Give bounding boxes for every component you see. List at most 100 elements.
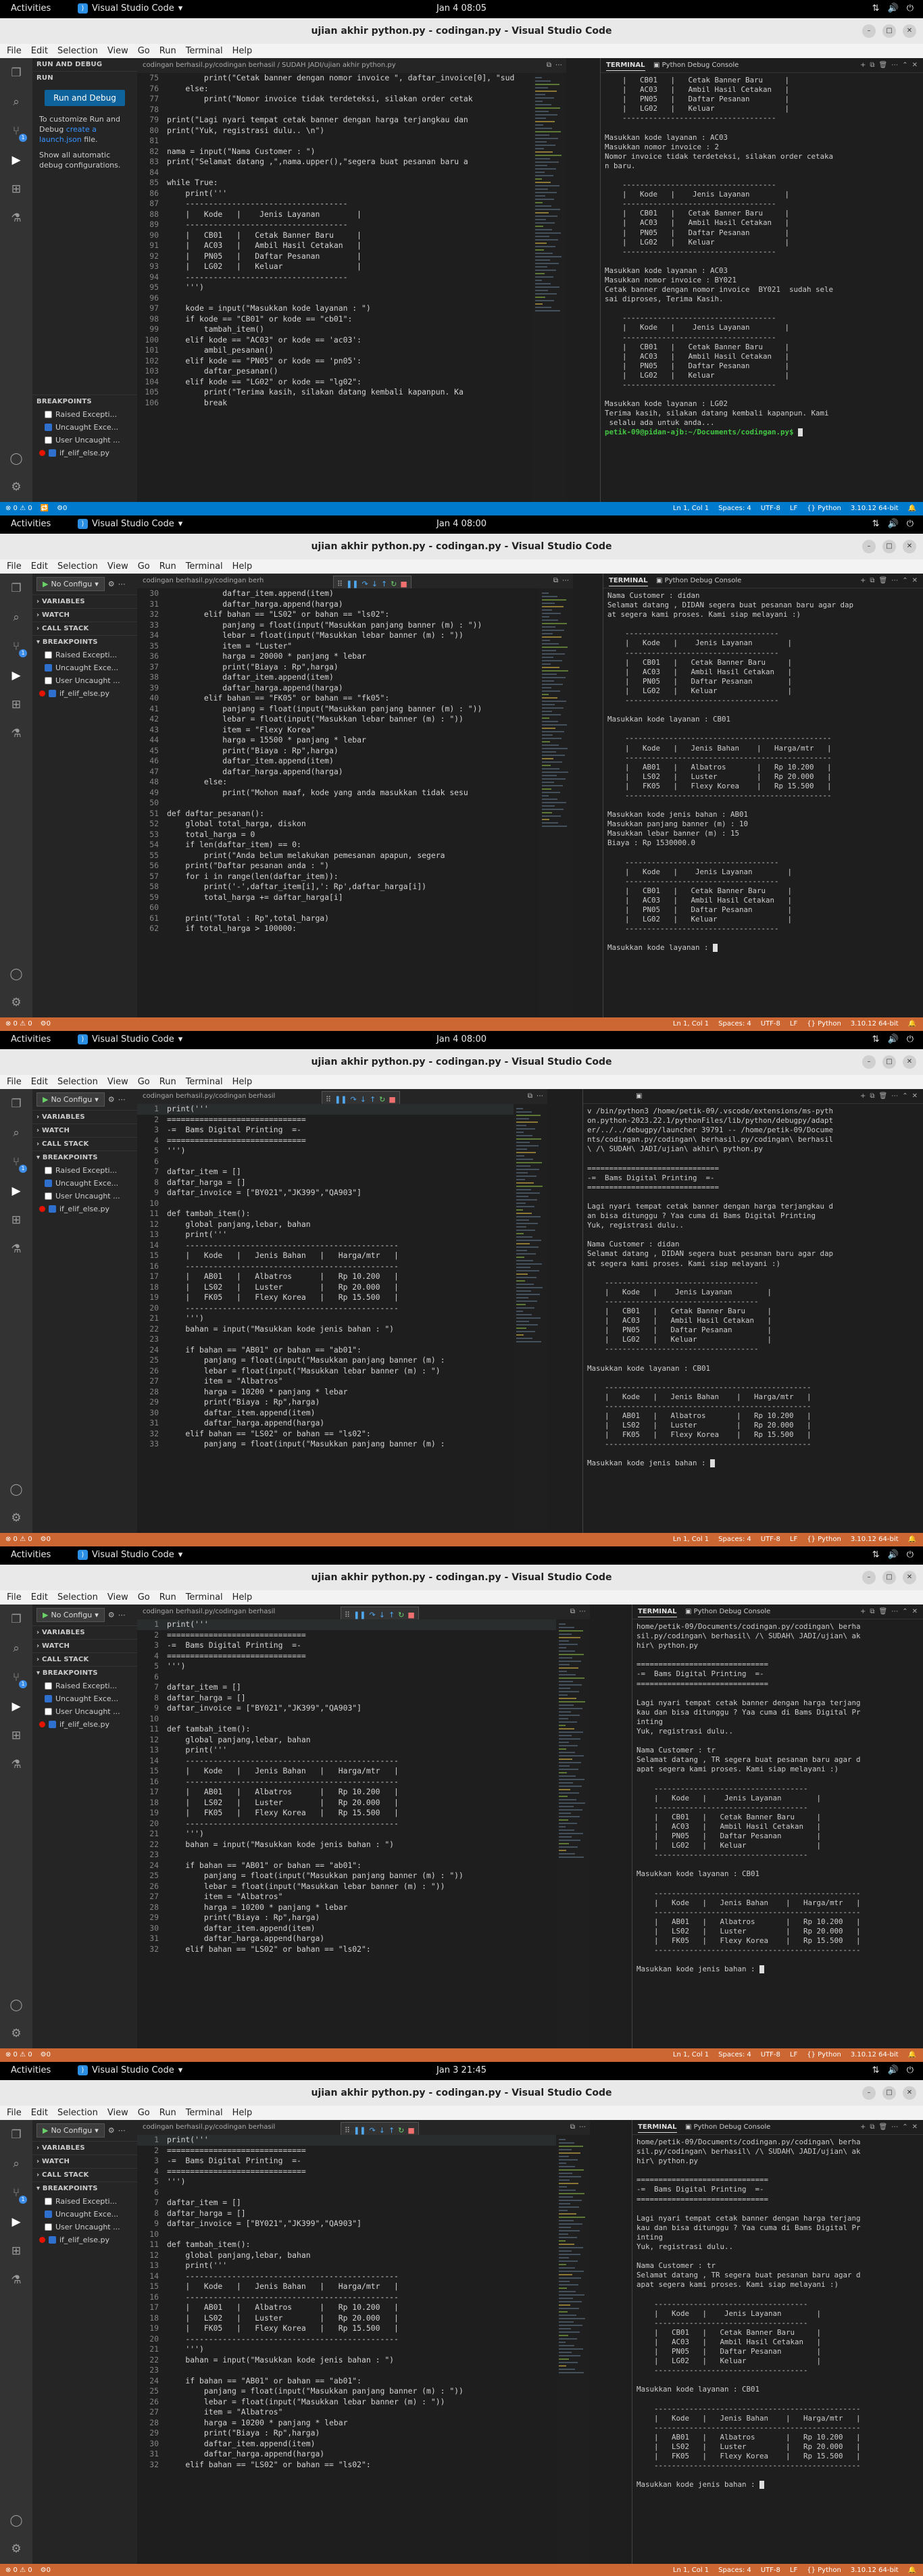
terminal-output[interactable]: Nama Customer : didan Selamat datang , DI…: [607, 591, 920, 953]
code-line[interactable]: 55 print("Anda belum melakukan pemesanan…: [137, 851, 573, 861]
activities-button[interactable]: Activities: [11, 1550, 51, 1560]
breadcrumb-path[interactable]: codingan berhasil.py/codingan berh: [143, 577, 264, 584]
code-line[interactable]: 16 -------------------------------------…: [137, 1261, 547, 1272]
code-line[interactable]: 91 | AC03 | Ambil Hasil Cetakan |: [137, 241, 566, 251]
code-line[interactable]: 11 def tambah_item():: [137, 1724, 590, 1735]
power-icon[interactable]: ⏻: [907, 2065, 914, 2075]
code-line[interactable]: 6: [137, 1157, 547, 1167]
new-terminal-icon[interactable]: +: [860, 2120, 866, 2135]
minimize-button[interactable]: –: [862, 24, 876, 38]
breakpoint-item[interactable]: if_elif_else.py: [32, 2233, 137, 2246]
status-item[interactable]: Ln 1, Col 1: [673, 2048, 709, 2062]
code-line[interactable]: 9 daftar_invoice = ["BY021","JK399","QA90…: [137, 2219, 590, 2229]
minimize-button[interactable]: –: [862, 1055, 876, 1069]
manage-gear-icon[interactable]: ⚙: [7, 1509, 26, 1527]
terminal-output[interactable]: v /bin/python3 /home/petik-09/.vscode/ex…: [587, 1107, 920, 1469]
status-item[interactable]: Ln 1, Col 1: [673, 1533, 709, 1546]
pause-icon[interactable]: ❚❚: [353, 2123, 366, 2135]
breakpoint-checkbox[interactable]: [45, 1192, 52, 1200]
status-item[interactable]: Ln 1, Col 1: [673, 502, 709, 515]
breakpoint-checkbox[interactable]: [45, 424, 52, 431]
search-icon[interactable]: ⌕: [7, 93, 26, 111]
split-editor-icon[interactable]: ⧉: [570, 2120, 575, 2135]
code-line[interactable]: 8 daftar_harga = []: [137, 2208, 590, 2219]
code-line[interactable]: 32 elif bahan == "LS02" or bahan == "ls0…: [137, 1429, 547, 1440]
code-line[interactable]: 30 daftar_item.append(item): [137, 1923, 590, 1934]
step-out-icon[interactable]: ↑: [370, 1092, 376, 1104]
code-line[interactable]: 30 daftar_item.append(item): [137, 2439, 590, 2450]
code-line[interactable]: 22 bahan = input("Masukkan kode jenis ba…: [137, 1840, 590, 1850]
code-line[interactable]: 16 -------------------------------------…: [137, 1777, 590, 1788]
code-line[interactable]: 103 daftar_pesanan(): [137, 366, 566, 377]
status-item[interactable]: 3.10.12 64-bit: [851, 1533, 899, 1546]
terminal-output[interactable]: home/petik-09/Documents/codingan.py/codi…: [637, 1622, 920, 1974]
step-into-icon[interactable]: ↓: [379, 1608, 385, 1619]
section-watch[interactable]: › WATCH: [32, 608, 137, 622]
code-line[interactable]: 18 | LS02 | Luster | Rp 20.000 |: [137, 1282, 547, 1293]
menu-view[interactable]: View: [107, 559, 128, 574]
code-line[interactable]: 15 | Kode | Jenis Bahan | Harga/mtr |: [137, 1251, 547, 1261]
run-debug-icon[interactable]: ▶: [7, 2213, 26, 2231]
explorer-icon[interactable]: ❐: [7, 1094, 26, 1113]
breakpoint-checkbox[interactable]: [45, 1682, 52, 1690]
status-item[interactable]: Ln 1, Col 1: [673, 2564, 709, 2576]
code-line[interactable]: 49 print("Mohon maaf, kode yang anda mas…: [137, 788, 573, 799]
accounts-icon[interactable]: ◯: [7, 449, 26, 468]
code-line[interactable]: 4 ==============================: [137, 1136, 547, 1146]
code-line[interactable]: 21 '''): [137, 1313, 547, 1324]
split-terminal-icon[interactable]: ⧉: [870, 1605, 874, 1619]
code-line[interactable]: 44 harga = 15500 * panjang * lebar: [137, 735, 573, 746]
split-editor-icon[interactable]: ⧉: [528, 1089, 532, 1104]
status-item[interactable]: 3.10.12 64-bit: [851, 2048, 899, 2062]
minimap[interactable]: [532, 73, 566, 502]
menu-file[interactable]: File: [7, 559, 22, 574]
manage-gear-icon[interactable]: ⚙: [7, 2024, 26, 2043]
terminal-tab[interactable]: TERMINAL: [638, 1608, 677, 1617]
code-line[interactable]: 7 daftar_item = []: [137, 2198, 590, 2208]
menu-file[interactable]: File: [7, 2106, 22, 2120]
code-line[interactable]: 47 daftar_harga.append(harga): [137, 767, 573, 778]
breakpoint-item[interactable]: Raised Excepti...: [32, 2195, 137, 2208]
breakpoint-item[interactable]: User Uncaught ...: [32, 2221, 137, 2233]
code-line[interactable]: 93 | LG02 | Keluar |: [137, 261, 566, 272]
terminal-tab[interactable]: TERMINAL: [638, 2123, 677, 2133]
menu-view[interactable]: View: [107, 44, 128, 58]
code-line[interactable]: 11 def tambah_item():: [137, 1209, 547, 1219]
code-line[interactable]: 12 global panjang,lebar, bahan: [137, 1735, 590, 1746]
code-line[interactable]: 7 daftar_item = []: [137, 1682, 590, 1693]
code-line[interactable]: 14 -------------------------------------…: [137, 2271, 590, 2282]
code-line[interactable]: 22 bahan = input("Masukkan kode jenis ba…: [137, 2355, 590, 2366]
code-line[interactable]: 25 panjang = float(input("Masukkan panja…: [137, 1871, 590, 1882]
restart-icon[interactable]: ↻: [379, 1092, 385, 1104]
section-call-stack[interactable]: › CALL STACK: [32, 622, 137, 635]
code-line[interactable]: 5 '''): [137, 1661, 590, 1672]
status-item[interactable]: ⊗ 0 ⚠ 0: [5, 2564, 32, 2576]
code-line[interactable]: 94 -----------------------------------: [137, 272, 566, 283]
clock[interactable]: Jan 4 08:00: [0, 1034, 923, 1044]
menu-terminal[interactable]: Terminal: [186, 1075, 223, 1089]
more-icon[interactable]: ⋯: [537, 1089, 543, 1104]
status-item[interactable]: ⚙0: [41, 2564, 51, 2576]
menu-edit[interactable]: Edit: [31, 1590, 48, 1605]
code-line[interactable]: 12 global panjang,lebar, bahan: [137, 1219, 547, 1230]
close-panel-icon[interactable]: ✕: [912, 1089, 918, 1104]
network-icon[interactable]: ⇅: [872, 519, 880, 529]
menu-edit[interactable]: Edit: [31, 2106, 48, 2120]
code-line[interactable]: 79 print("Lagi nyari tempat cetak banner …: [137, 115, 566, 126]
extensions-icon[interactable]: ⊞: [7, 695, 26, 714]
code-line[interactable]: 95 '''): [137, 282, 566, 293]
section-variables[interactable]: › VARIABLES: [32, 595, 137, 608]
code-line[interactable]: 20 -------------------------------------…: [137, 2334, 590, 2345]
status-item[interactable]: Spaces: 4: [718, 502, 751, 515]
menu-help[interactable]: Help: [232, 1075, 253, 1089]
source-control-icon[interactable]: ⑂ 1: [7, 122, 27, 142]
code-line[interactable]: 28 harga = 10200 * panjang * lebar: [137, 1902, 590, 1913]
breakpoint-item[interactable]: if_elif_else.py: [32, 1718, 137, 1731]
power-icon[interactable]: ⏻: [907, 1034, 914, 1044]
minimap[interactable]: [539, 588, 573, 1017]
code-line[interactable]: 3 -= Bams Digital Printing =-: [137, 1640, 590, 1651]
more-icon[interactable]: ⋯: [891, 2120, 898, 2135]
status-item[interactable]: 🔔: [908, 1533, 916, 1546]
maximize-panel-icon[interactable]: ⌃: [902, 2120, 907, 2135]
menu-run[interactable]: Run: [159, 1590, 176, 1605]
